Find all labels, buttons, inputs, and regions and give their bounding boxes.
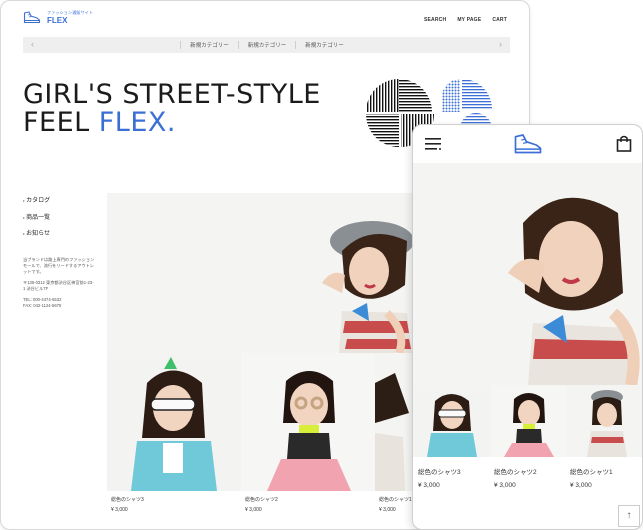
back-to-top-button[interactable]: ↑	[618, 505, 640, 527]
nav-cart[interactable]: CART	[492, 17, 507, 23]
side-menu: カタログ 商品一覧 お知らせ	[23, 193, 50, 243]
menu-item-catalog[interactable]: カタログ	[23, 193, 50, 210]
product-price: ¥ 3,000	[570, 482, 592, 489]
arrow-up-icon: ↑	[626, 510, 632, 521]
product-photo[interactable]	[413, 385, 490, 457]
about-tel: TEL: 000-4474-5532	[23, 297, 62, 302]
menu-item-products[interactable]: 商品一覧	[23, 210, 50, 227]
sneaker-logo-icon[interactable]	[513, 133, 543, 157]
product-photo[interactable]	[567, 385, 643, 457]
product-price: ¥ 3,000	[245, 507, 262, 513]
mobile-product-card[interactable]: 総色のシャツ1 ¥ 3,000	[570, 466, 613, 492]
product-price: ¥ 3,000	[379, 507, 396, 513]
mobile-hero-photo[interactable]	[413, 163, 643, 385]
product-name: 総色のシャツ1	[570, 469, 613, 476]
mobile-window: 総色のシャツ3 ¥ 3,000 総色のシャツ2 ¥ 3,000 総色のシャツ1 …	[412, 124, 643, 530]
product-photo[interactable]	[107, 353, 241, 491]
logo-tagline: ファッション通販サイト	[47, 10, 94, 15]
about-description: 当ブランドは路上専門のファッションモールで、流行をリードするアウトレットです。	[23, 257, 95, 274]
hero-headline: GIRL'S STREET-STYLE FEEL FLEX.	[23, 81, 321, 137]
logo-name: FLEX	[47, 16, 68, 25]
sneaker-logo-icon	[23, 11, 41, 24]
nav-my-page[interactable]: MY PAGE	[457, 17, 481, 23]
top-nav: SEARCH MY PAGE CART	[424, 17, 507, 23]
about-address: 〒135-0312 東京都渋谷区神宮前1-23-1 渋谷ビル7F	[23, 280, 94, 291]
product-card[interactable]: 総色のシャツ2 ¥ 3,000	[245, 495, 278, 515]
category-item[interactable]: 新規カテゴリー	[180, 41, 238, 49]
about-block: 当ブランドは路上専門のファッションモールで、流行をリードするアウトレットです。 …	[23, 257, 95, 314]
headline-line-1: GIRL'S STREET-STYLE	[23, 79, 321, 110]
product-name: 総色のシャツ3	[111, 497, 144, 503]
product-card[interactable]: 総色のシャツ1 ¥ 3,000	[379, 495, 412, 515]
mobile-product-grid	[413, 385, 643, 457]
mobile-product-card[interactable]: 総色のシャツ3 ¥ 3,000	[418, 466, 461, 492]
about-fax: FAX: 042-1124-5675	[23, 303, 62, 308]
product-photo[interactable]	[490, 385, 567, 457]
product-photo[interactable]	[241, 353, 375, 491]
menu-item-news[interactable]: お知らせ	[23, 226, 50, 243]
mobile-product-card[interactable]: 総色のシャツ2 ¥ 3,000	[494, 466, 537, 492]
mobile-header	[413, 125, 642, 163]
category-item[interactable]: 新規カテゴリー	[237, 41, 296, 49]
nav-search[interactable]: SEARCH	[424, 17, 446, 23]
site-logo[interactable]: ファッション通販サイト FLEX	[23, 11, 93, 25]
screenshot-stage: ファッション通販サイト FLEX SEARCH MY PAGE CART ‹ 新…	[0, 0, 643, 530]
hamburger-menu-icon[interactable]	[425, 137, 441, 151]
product-price: ¥ 3,000	[494, 482, 516, 489]
shopping-bag-icon[interactable]	[616, 135, 632, 152]
category-item[interactable]: 新規カテゴリー	[295, 41, 353, 49]
product-name: 総色のシャツ2	[494, 469, 537, 476]
product-price: ¥ 3,000	[111, 507, 128, 513]
product-name: 総色のシャツ2	[245, 497, 278, 503]
category-bar: ‹ 新規カテゴリー 新規カテゴリー 新規カテゴリー ›	[23, 37, 510, 53]
headline-accent: FLEX.	[98, 107, 176, 138]
product-card[interactable]: 総色のシャツ3 ¥ 3,000	[111, 495, 144, 515]
product-name: 総色のシャツ1	[379, 497, 412, 503]
chevron-left-icon[interactable]: ‹	[31, 39, 34, 49]
headline-line-2: FEEL	[23, 107, 99, 138]
chevron-right-icon[interactable]: ›	[499, 39, 502, 49]
product-name: 総色のシャツ3	[418, 469, 461, 476]
product-price: ¥ 3,000	[418, 482, 440, 489]
